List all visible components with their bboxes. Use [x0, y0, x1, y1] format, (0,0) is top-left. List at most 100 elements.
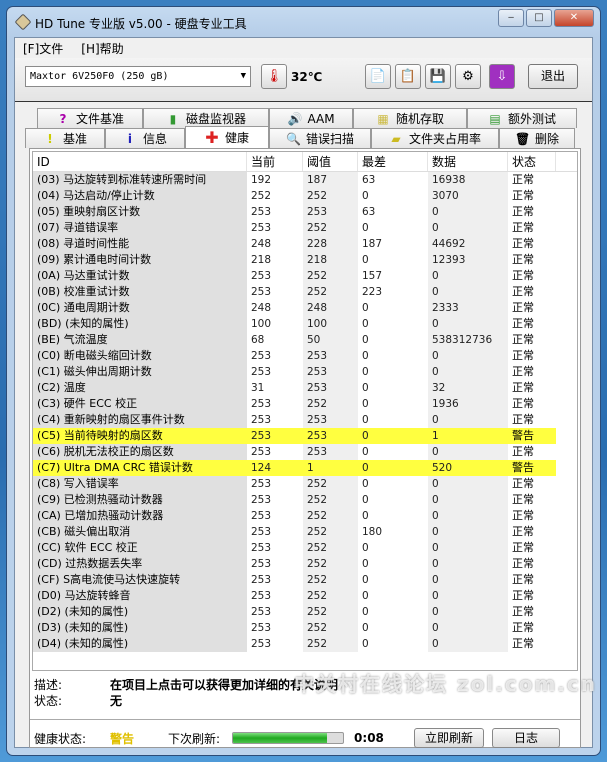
- tab-aam[interactable]: 🔊 AAM: [269, 108, 353, 128]
- tab-disk-monitor[interactable]: ▮ 磁盘监视器: [143, 108, 269, 128]
- cell-worst: 63: [362, 174, 376, 186]
- col-worst[interactable]: 最差: [358, 152, 428, 171]
- cell-status: 正常: [512, 477, 534, 490]
- cell-raw-data: 1936: [428, 396, 508, 412]
- tab-folder-usage[interactable]: ▰ 文件夹占用率: [371, 128, 499, 148]
- table-row[interactable]: (CF) S高电流使马达快速旋转 253 252 0 0 正常: [33, 572, 577, 588]
- cell-attr-id: (C2) 温度: [33, 380, 247, 396]
- table-row[interactable]: (CB) 磁头偏出取消 253 252 180 0 正常: [33, 524, 577, 540]
- cell-raw-data: 520: [428, 460, 508, 476]
- log-button[interactable]: 日志: [492, 728, 561, 748]
- client-area: [F]文件 [H]帮助 Maxtor 6V250F0 (250 gB) ▼ 🌡 3…: [14, 37, 593, 748]
- table-row[interactable]: (D4) (未知的属性) 253 252 0 0 正常: [33, 636, 577, 652]
- table-row[interactable]: (0C) 通电周期计数 248 248 0 2333 正常: [33, 300, 577, 316]
- copy-text-button[interactable]: 📄: [365, 64, 391, 89]
- table-row[interactable]: (04) 马达启动/停止计数 252 252 0 3070 正常: [33, 188, 577, 204]
- cell-worst: 0: [362, 190, 369, 202]
- cell-attr-id: (0B) 校准重试计数: [33, 284, 247, 300]
- tab-label: 磁盘监视器: [185, 112, 246, 126]
- copy-image-button[interactable]: 📋: [395, 64, 421, 89]
- col-id[interactable]: ID: [33, 152, 247, 171]
- table-row[interactable]: (C9) 已检测热骚动计数器 253 252 0 0 正常: [33, 492, 577, 508]
- cell-status: 正常: [512, 253, 534, 266]
- cell-current: 248: [251, 302, 272, 314]
- table-row[interactable]: (CC) 软件 ECC 校正 253 252 0 0 正常: [33, 540, 577, 556]
- table-row[interactable]: (C3) 硬件 ECC 校正 253 252 0 1936 正常: [33, 396, 577, 412]
- cell-raw-data: 0: [428, 604, 508, 620]
- options-button[interactable]: ⚙: [455, 64, 481, 89]
- cell-status: 正常: [512, 333, 534, 346]
- cell-current: 253: [251, 526, 272, 538]
- table-row[interactable]: (CD) 过热数据丢失率 253 252 0 0 正常: [33, 556, 577, 572]
- col-threshold[interactable]: 阈值: [303, 152, 358, 171]
- status-label: 状态:: [34, 694, 63, 708]
- cell-worst: 0: [362, 590, 369, 602]
- table-row[interactable]: (BD) (未知的属性) 100 100 0 0 正常: [33, 316, 577, 332]
- table-row[interactable]: (07) 寻道错误率 253 252 0 0 正常: [33, 220, 577, 236]
- save-button[interactable]: 💾: [425, 64, 451, 89]
- cell-attr-id: (CD) 过热数据丢失率: [33, 556, 247, 572]
- menu-help[interactable]: [H]帮助: [81, 40, 123, 57]
- minimize-button[interactable]: ‒: [498, 9, 524, 27]
- table-row[interactable]: (C2) 温度 31 253 0 32 正常: [33, 380, 577, 396]
- tab-random-access[interactable]: ▦ 随机存取: [353, 108, 467, 128]
- cell-current: 68: [251, 334, 265, 346]
- cell-worst: 0: [358, 428, 428, 444]
- table-row[interactable]: (C5) 当前待映射的扇区数 253 253 0 1 警告: [33, 428, 577, 444]
- cell-worst: 0: [362, 414, 369, 426]
- col-data[interactable]: 数据: [428, 152, 508, 171]
- cell-current: 253: [251, 222, 272, 234]
- table-row[interactable]: (05) 重映射扇区计数 253 253 63 0 正常: [33, 204, 577, 220]
- table-row[interactable]: (CA) 已增加热骚动计数器 253 252 0 0 正常: [33, 508, 577, 524]
- table-row[interactable]: (09) 累计通电时间计数 218 218 0 12393 正常: [33, 252, 577, 268]
- cell-threshold: 252: [303, 508, 358, 524]
- tab-file-benchmark[interactable]: ? 文件基准: [37, 108, 143, 128]
- table-row[interactable]: (C4) 重新映射的扇区事件计数 253 253 0 0 正常: [33, 412, 577, 428]
- cell-raw-data: 0: [428, 348, 508, 364]
- cell-current: 253: [251, 286, 272, 298]
- table-row[interactable]: (C8) 写入错误率 253 252 0 0 正常: [33, 476, 577, 492]
- window-title: HD Tune 专业版 v5.00 - 硬盘专业工具: [35, 17, 247, 31]
- menu-file[interactable]: [F]文件: [23, 40, 63, 57]
- tab-extra-tests[interactable]: ▤ 额外测试: [467, 108, 577, 128]
- tab-benchmark[interactable]: ! 基准: [25, 128, 105, 148]
- cell-threshold: 252: [303, 540, 358, 556]
- cell-status: 正常: [512, 365, 534, 378]
- refresh-now-button[interactable]: 立即刷新: [414, 728, 485, 748]
- cell-attr-id: (C7) Ultra DMA CRC 错误计数: [33, 460, 247, 476]
- cell-status: 正常: [512, 573, 534, 586]
- tab-health[interactable]: ✚ 健康: [185, 126, 269, 148]
- table-row[interactable]: (BE) 气流温度 68 50 0 538312736 正常: [33, 332, 577, 348]
- exit-button[interactable]: 退出: [528, 64, 578, 89]
- tab-error-scan[interactable]: 🔍 错误扫描: [269, 128, 371, 148]
- app-window: HD Tune 专业版 v5.00 - 硬盘专业工具 ‒ □ ✕ [F]文件 […: [6, 6, 601, 756]
- cell-current: 253: [251, 510, 272, 522]
- cell-raw-data: 0: [428, 444, 508, 460]
- maximize-button[interactable]: □: [526, 9, 552, 27]
- table-row[interactable]: (C0) 断电磁头缩回计数 253 253 0 0 正常: [33, 348, 577, 364]
- table-row[interactable]: (0A) 马达重试计数 253 252 157 0 正常: [33, 268, 577, 284]
- toolbar: Maxtor 6V250F0 (250 gB) ▼ 🌡 32℃ 📄 📋 💾 ⚙ ⇩…: [15, 58, 592, 102]
- table-row[interactable]: (D3) (未知的属性) 253 252 0 0 正常: [33, 620, 577, 636]
- cell-status: 正常: [512, 173, 534, 186]
- col-current[interactable]: 当前: [247, 152, 303, 171]
- table-row[interactable]: (08) 寻道时间性能 248 228 187 44692 正常: [33, 236, 577, 252]
- col-status[interactable]: 状态: [508, 152, 556, 171]
- table-row[interactable]: (D2) (未知的属性) 253 252 0 0 正常: [33, 604, 577, 620]
- table-row[interactable]: (D0) 马达旋转蜂音 253 252 0 0 正常: [33, 588, 577, 604]
- table-row[interactable]: (C1) 磁头伸出周期计数 253 253 0 0 正常: [33, 364, 577, 380]
- table-row[interactable]: (03) 马达旋转到标准转速所需时间 192 187 63 16938 正常: [33, 172, 577, 188]
- close-button[interactable]: ✕: [554, 9, 594, 27]
- table-row[interactable]: (C7) Ultra DMA CRC 错误计数 124 1 0 520 警告: [33, 460, 577, 476]
- cell-worst: 0: [362, 366, 369, 378]
- drive-select[interactable]: Maxtor 6V250F0 (250 gB) ▼: [25, 66, 251, 87]
- folder-icon: ▰: [391, 131, 401, 146]
- tab-info[interactable]: i 信息: [105, 128, 185, 148]
- table-row[interactable]: (C6) 脱机无法校正的扇区数 253 253 0 0 正常: [33, 444, 577, 460]
- download-button[interactable]: ⇩: [489, 64, 515, 89]
- table-row[interactable]: (0B) 校准重试计数 253 252 223 0 正常: [33, 284, 577, 300]
- cell-status: 正常: [512, 269, 534, 282]
- tab-erase[interactable]: 🗑 删除: [499, 128, 575, 148]
- cell-status: 正常: [512, 525, 534, 538]
- cell-attr-id: (CF) S高电流使马达快速旋转: [33, 572, 247, 588]
